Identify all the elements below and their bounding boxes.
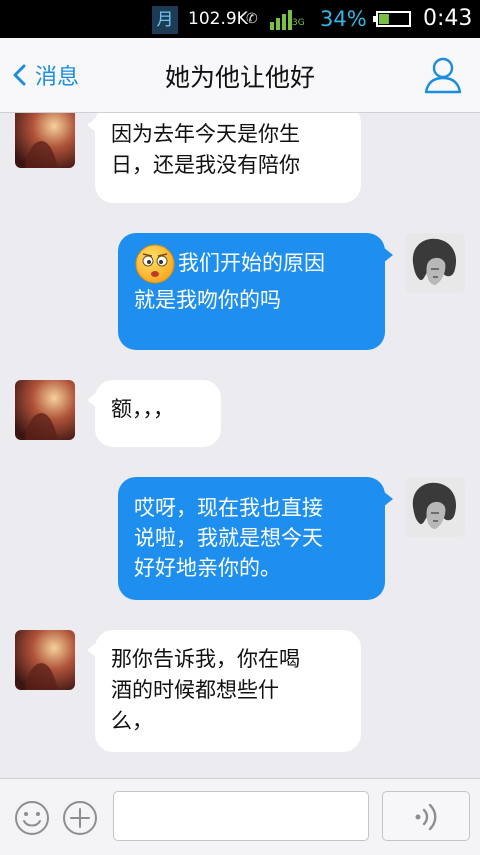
incoming-message-bubble[interactable]: 那你告诉我，你在喝 酒的时候都想些什 么， — [87, 630, 361, 752]
message-text: 哎呀，现在我也直接 说啦，我就是想今天 好好地亲你的。 — [134, 496, 323, 580]
battery-percent: 34% — [320, 7, 367, 31]
message-text: 因为去年今天是你生 日，还是我没有陪你 — [111, 122, 300, 177]
input-bar — [0, 778, 480, 855]
message-text: 那你告诉我，你在喝 酒的时候都想些什 么， — [111, 647, 300, 733]
clock: 0:43 — [423, 6, 473, 31]
surprised-face-emoji-icon — [135, 244, 175, 284]
network-speed: 102.9K — [188, 9, 248, 29]
my-avatar[interactable] — [405, 233, 465, 293]
battery-icon — [373, 11, 411, 27]
phone-icon: ✆ — [246, 11, 258, 27]
incoming-message-bubble[interactable]: 因为去年今天是你生 日，还是我没有陪你 — [87, 113, 361, 203]
plus-icon[interactable] — [62, 800, 98, 836]
contact-avatar[interactable] — [15, 380, 75, 440]
outgoing-message-bubble[interactable]: 我们开始的原因 就是我吻你的吗 — [118, 233, 393, 350]
network-type: 3G — [292, 18, 305, 28]
contact-profile-icon[interactable] — [422, 54, 464, 96]
status-bar: 月 102.9K ✆ 3G 34% 0:43 — [0, 0, 480, 38]
message-input[interactable] — [113, 791, 369, 841]
voice-button[interactable] — [382, 791, 470, 841]
incoming-message-bubble[interactable]: 额，，， — [87, 380, 221, 447]
outgoing-message-bubble[interactable]: 哎呀，现在我也直接 说啦，我就是想今天 好好地亲你的。 — [118, 477, 393, 600]
my-avatar[interactable] — [405, 477, 465, 537]
voice-wave-icon — [415, 803, 437, 831]
contact-avatar[interactable] — [15, 113, 75, 168]
moon-icon: 月 — [152, 6, 178, 34]
chat-area[interactable]: 因为去年今天是你生 日，还是我没有陪你 我们开始的原因 就是我吻你的吗 额，，，… — [0, 113, 480, 777]
page-title: 她为他让他好 — [164, 63, 315, 92]
emoji-picker-icon[interactable] — [14, 800, 50, 836]
contact-avatar[interactable] — [15, 630, 75, 690]
message-text: 额，，， — [111, 397, 174, 421]
nav-bar: 消息 她为他让他好 — [0, 38, 480, 113]
